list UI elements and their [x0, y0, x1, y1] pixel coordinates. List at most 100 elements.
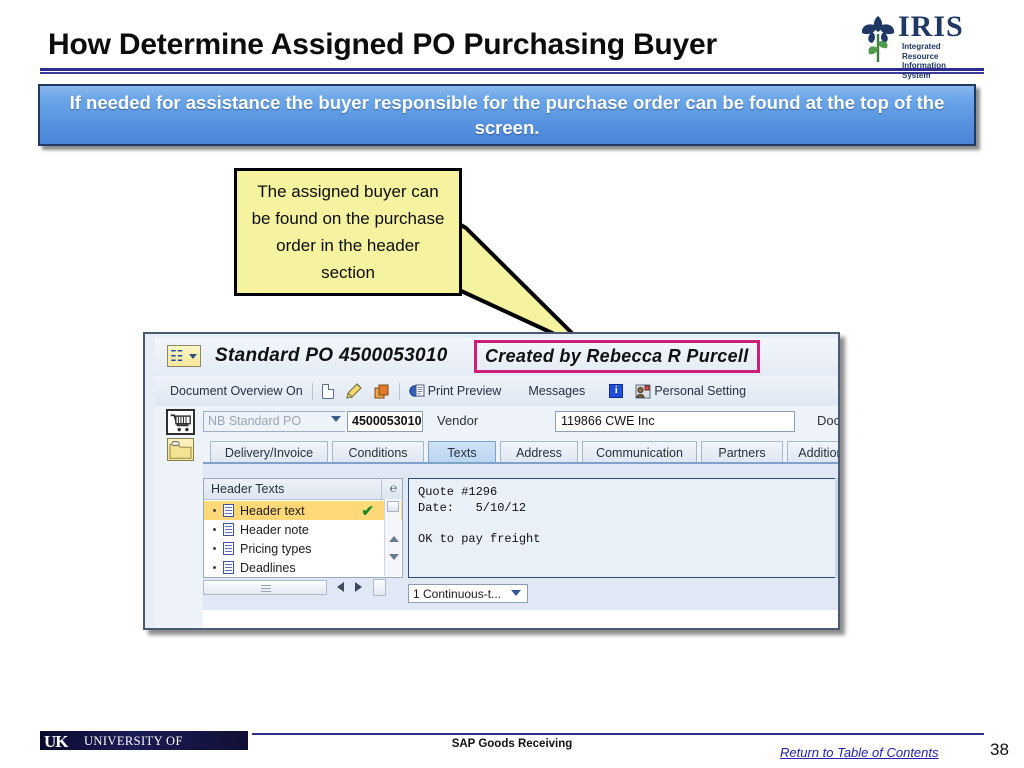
page-title: How Determine Assigned PO Purchasing Buy… [48, 28, 717, 61]
list-item-label: Header note [240, 522, 309, 537]
tab-conditions[interactable]: Conditions [332, 441, 424, 463]
print-preview-icon [408, 384, 425, 397]
po-number-field[interactable]: 4500053010 [347, 411, 423, 432]
copy-icon [374, 384, 389, 398]
panel-horizontal-scrollbar[interactable] [203, 579, 403, 597]
toolbar-separator [398, 382, 400, 400]
tab-communication[interactable]: Communication [582, 441, 697, 463]
document-overview-button[interactable]: Document Overview On [167, 384, 303, 398]
header-texts-column-label: Header Texts [211, 482, 285, 496]
iris-wordmark: IRIS [898, 10, 964, 43]
iris-subtitle: Integrated Resource Information System [902, 42, 976, 80]
personal-setting-icon [635, 384, 651, 398]
scrollbar-grip-icon [261, 585, 271, 592]
personal-setting-button[interactable]: Personal Setting [635, 384, 746, 399]
uk-monogram: UK [44, 732, 68, 750]
folder-icon[interactable] [167, 438, 194, 461]
title-divider-secondary [40, 72, 984, 74]
new-document-button[interactable] [321, 383, 334, 399]
editor-right-edge [835, 478, 838, 578]
document-icon [223, 561, 234, 574]
title-divider [40, 68, 984, 71]
sap-tabstrip: Delivery/Invoice Conditions Texts Addres… [155, 438, 838, 464]
sap-window-title: Standard PO 4500053010 [215, 345, 448, 366]
document-type-select[interactable]: NB Standard PO [203, 411, 345, 432]
document-icon [223, 542, 234, 555]
personal-setting-label: Personal Setting [654, 384, 747, 398]
scrollbar-thumb[interactable] [387, 501, 399, 512]
tab-label: Additional D [798, 445, 838, 460]
copy-button[interactable] [374, 384, 390, 399]
sap-screenshot-window: ☷ Standard PO 4500053010 Created by Rebe… [143, 332, 840, 630]
tab-delivery-invoice[interactable]: Delivery/Invoice [210, 441, 328, 463]
tab-label: Delivery/Invoice [224, 445, 314, 460]
tab-address[interactable]: Address [500, 441, 578, 463]
document-icon [223, 504, 234, 517]
tree-bullet-icon [213, 547, 216, 550]
header-text-editor[interactable]: Quote #1296 Date: 5/10/12 OK to pay frei… [408, 478, 838, 578]
iris-logo: IRIS Integrated Resource Information Sys… [858, 8, 976, 80]
sap-document-icon[interactable]: ☷ [167, 345, 201, 367]
vendor-field[interactable]: 119866 CWE Inc [555, 411, 795, 432]
sap-document-glyph: ☷ [170, 348, 184, 365]
iris-flower-icon [861, 16, 895, 62]
messages-button[interactable]: Messages [525, 384, 585, 398]
print-preview-label: Print Preview [427, 384, 502, 398]
instruction-banner-text: If needed for assistance the buyer respo… [69, 92, 945, 138]
page-number: 38 [990, 740, 1009, 759]
list-item[interactable]: Header note [204, 520, 402, 539]
scrollbar-corner [373, 579, 386, 596]
tab-label: Communication [596, 445, 683, 460]
list-item[interactable]: Deadlines [204, 558, 402, 577]
document-icon [223, 523, 234, 536]
list-item[interactable]: Header text ✔ [204, 501, 402, 520]
text-format-chevron-down-icon[interactable] [511, 590, 521, 596]
instruction-banner: If needed for assistance the buyer respo… [38, 84, 976, 146]
tree-bullet-icon [213, 566, 216, 569]
sap-window-body: ☷ Standard PO 4500053010 Created by Rebe… [155, 338, 838, 628]
chevron-down-icon [189, 354, 197, 359]
header-texts-column-header: Header Texts ℮ [204, 479, 402, 500]
edit-button[interactable] [346, 383, 362, 399]
callout-text: The assigned buyer can be found on the p… [251, 182, 445, 282]
pencil-icon [346, 383, 362, 399]
scroll-down-icon[interactable] [389, 554, 399, 560]
created-by-highlight: Created by Rebecca R Purcell [474, 340, 760, 373]
sap-toolbar: Document Overview On Print Preview Messa… [155, 376, 838, 407]
callout-group: The assigned buyer can be found on the p… [234, 168, 624, 358]
tree-bullet-icon [213, 509, 216, 512]
tab-label: Texts [447, 445, 477, 460]
document-type-chevron-down-icon[interactable] [331, 416, 341, 422]
checkmark-icon: ✔ [361, 503, 374, 520]
university-of-kentucky-logo: UK UNIVERSITY OF KENTUCKY [40, 731, 248, 750]
sap-titlebar: ☷ Standard PO 4500053010 Created by Rebe… [155, 338, 838, 377]
list-item[interactable]: Pricing types [204, 539, 402, 558]
scroll-up-icon[interactable] [389, 536, 399, 542]
content-bottom-strip [203, 610, 838, 628]
tab-label: Conditions [348, 445, 408, 460]
column-divider [381, 479, 382, 499]
document-overview-label: Document Overview On [170, 384, 303, 398]
sap-content-pane: Header Texts ℮ Header text ✔ Header note [203, 464, 838, 628]
header-texts-panel: Header Texts ℮ Header text ✔ Header note [203, 478, 403, 578]
info-button[interactable]: i [609, 384, 624, 398]
tab-label: Partners [718, 445, 766, 460]
iris-subtitle-line2: Information System [902, 61, 946, 80]
print-preview-button[interactable]: Print Preview [408, 383, 502, 399]
scroll-left-icon[interactable] [337, 582, 344, 592]
sap-header-fields-row: NB Standard PO 4500053010 Vendor 119866 … [155, 406, 838, 440]
return-to-toc-link[interactable]: Return to Table of Contents [780, 745, 939, 760]
university-name: UNIVERSITY OF KENTUCKY [84, 734, 183, 750]
tab-partners[interactable]: Partners [701, 441, 783, 463]
list-item-label: Header text [240, 503, 305, 518]
tab-additional-data[interactable]: Additional D [787, 441, 838, 463]
sort-icon[interactable]: ℮ [390, 481, 397, 495]
list-item-label: Pricing types [240, 541, 312, 556]
scroll-right-icon[interactable] [355, 582, 362, 592]
tab-texts[interactable]: Texts [428, 441, 496, 463]
text-format-select[interactable]: 1 Continuous-t... [408, 584, 528, 603]
panel-vertical-scrollbar[interactable] [384, 499, 401, 576]
scrollbar-thumb[interactable] [203, 580, 327, 595]
iris-subtitle-line1: Integrated Resource [902, 42, 941, 61]
shopping-cart-icon[interactable] [166, 409, 195, 435]
